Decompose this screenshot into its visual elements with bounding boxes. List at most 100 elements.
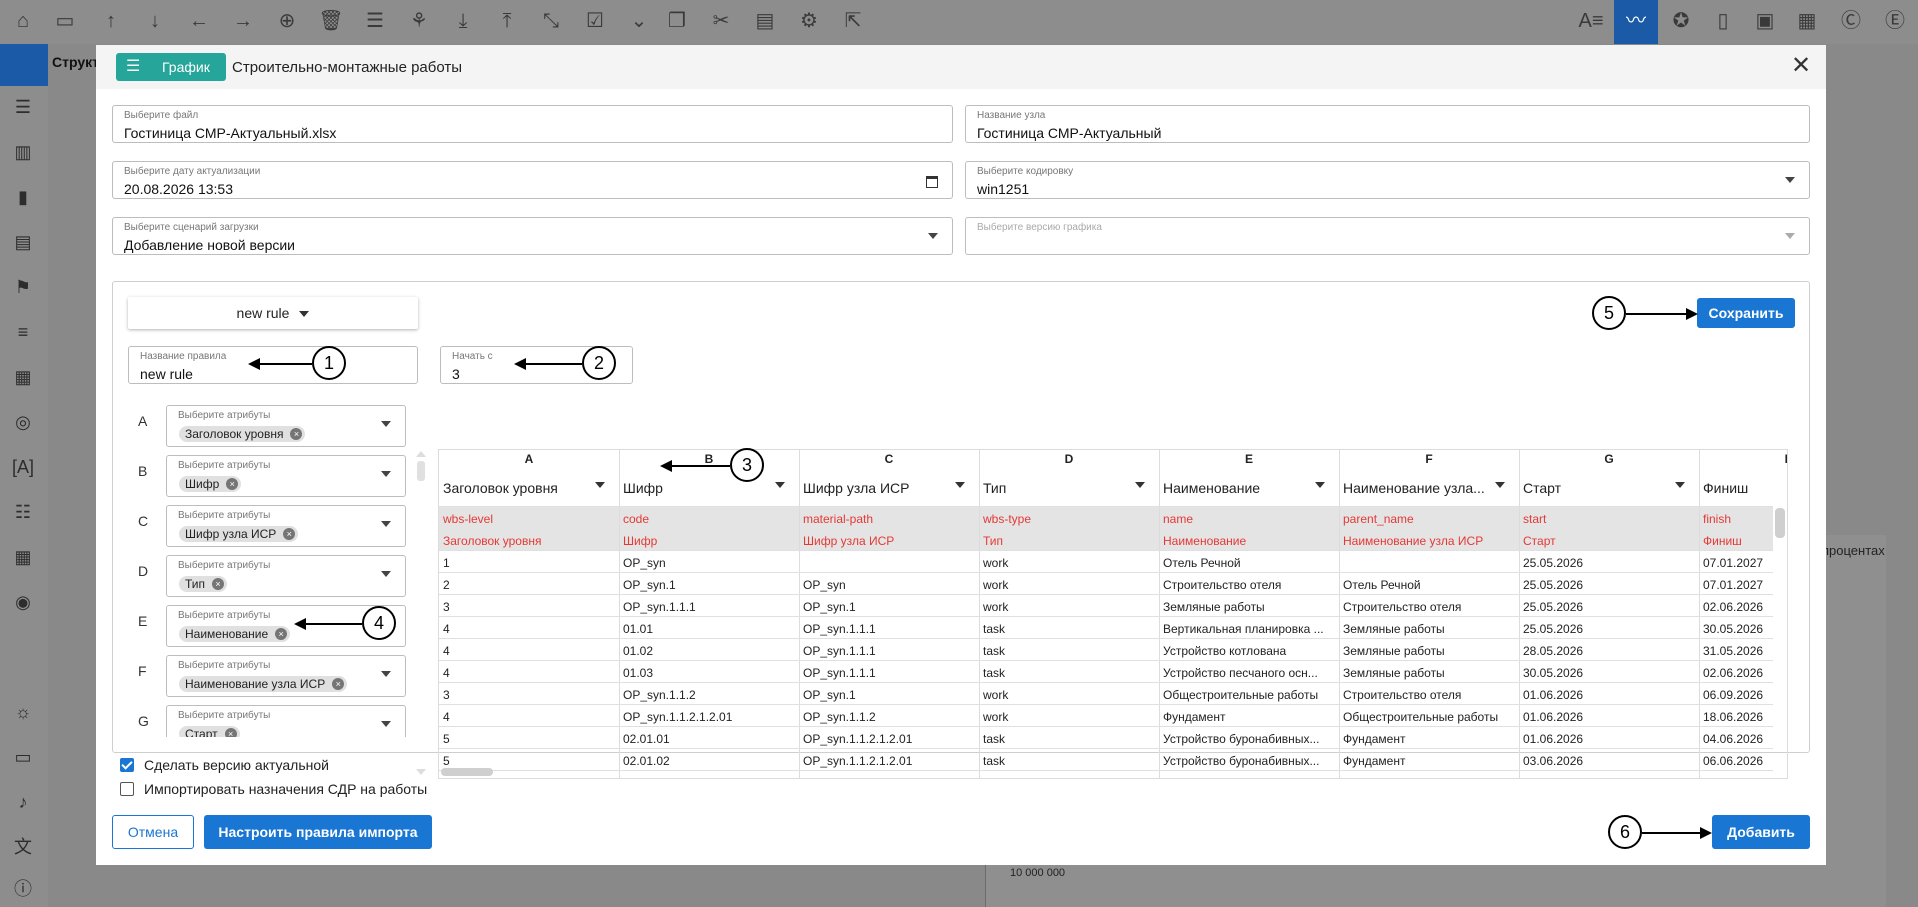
column-header[interactable]: Тип bbox=[983, 470, 1155, 506]
close-icon[interactable]: ✕ bbox=[1788, 53, 1814, 79]
flag-icon[interactable]: ⚑ bbox=[10, 274, 36, 300]
list-icon[interactable]: ☰ bbox=[10, 94, 36, 120]
grid-icon[interactable]: ▦ bbox=[10, 364, 36, 390]
column-header[interactable]: Заголовок уровня bbox=[443, 470, 615, 506]
cut-icon[interactable]: ✂ bbox=[708, 8, 734, 34]
add-button[interactable]: Добавить bbox=[1712, 815, 1810, 849]
chevron-down-icon[interactable] bbox=[381, 671, 391, 677]
column-dropdown-icon[interactable] bbox=[1495, 482, 1505, 488]
settings-people-icon[interactable]: ⚙ bbox=[796, 8, 822, 34]
chevron-down-icon[interactable] bbox=[381, 721, 391, 727]
attribute-scrollbar[interactable] bbox=[416, 451, 426, 783]
vertical-scroll-thumb[interactable] bbox=[1775, 508, 1785, 538]
attribute-select-d[interactable]: Выберите атрибуты Тип × bbox=[166, 555, 406, 597]
globe-icon[interactable] bbox=[0, 44, 48, 86]
scenario-select[interactable]: Выберите сценарий загрузки Добавление но… bbox=[112, 217, 953, 255]
chevron-down-icon[interactable] bbox=[1785, 177, 1795, 183]
horizontal-scroll-thumb[interactable] bbox=[441, 768, 493, 776]
file-field[interactable]: Выберите файл Гостиница СМР-Актуальный.x… bbox=[112, 105, 953, 143]
arrow-down-icon[interactable]: ↓ bbox=[142, 8, 168, 34]
exit-icon[interactable]: ⇱ bbox=[840, 8, 866, 34]
scroll-thumb[interactable] bbox=[417, 461, 425, 481]
attribute-select-g[interactable]: Выберите атрибуты Старт × bbox=[166, 705, 406, 737]
calendar-icon[interactable]: ▦ bbox=[10, 544, 36, 570]
column-dropdown-icon[interactable] bbox=[955, 482, 965, 488]
tree-icon[interactable]: ⚘ bbox=[406, 8, 432, 34]
layers-icon[interactable]: ▤ bbox=[10, 229, 36, 255]
chat-icon[interactable]: ▭ bbox=[10, 744, 36, 770]
text-format-icon[interactable]: A≡ bbox=[1578, 8, 1604, 34]
chevron-down-icon[interactable] bbox=[381, 421, 391, 427]
import-assignments-checkbox[interactable] bbox=[120, 782, 134, 796]
encoding-select[interactable]: Выберите кодировку win1251 bbox=[965, 161, 1810, 199]
chevron-down-icon[interactable] bbox=[381, 571, 391, 577]
chip-remove-icon[interactable]: × bbox=[212, 578, 225, 590]
text-box-icon[interactable]: [A] bbox=[10, 454, 36, 480]
chevron-down-icon[interactable] bbox=[928, 233, 938, 239]
save-rule-button[interactable]: Сохранить bbox=[1697, 298, 1795, 328]
passport-icon[interactable]: ▣ bbox=[1752, 8, 1778, 34]
chevron-down-icon[interactable] bbox=[381, 471, 391, 477]
chip-remove-icon[interactable]: × bbox=[226, 478, 239, 490]
checklist-icon[interactable]: ☷ bbox=[10, 499, 36, 525]
attribute-select-a[interactable]: Выберите атрибуты Заголовок уровня × bbox=[166, 405, 406, 447]
scroll-down-icon[interactable] bbox=[416, 769, 426, 775]
chevron-down-icon[interactable] bbox=[1785, 233, 1795, 239]
attribute-select-c[interactable]: Выберите атрибуты Шифр узла ИСР × bbox=[166, 505, 406, 547]
bell-icon[interactable]: ♪ bbox=[10, 789, 36, 815]
column-dropdown-icon[interactable] bbox=[1135, 482, 1145, 488]
column-header[interactable]: Наименование bbox=[1163, 470, 1335, 506]
paste-icon[interactable]: ▤ bbox=[752, 8, 778, 34]
make-actual-checkbox[interactable] bbox=[120, 758, 134, 772]
add-circle-icon[interactable]: ⊕ bbox=[274, 8, 300, 34]
node-name-field[interactable]: Название узла Гостиница СМР-Актуальный bbox=[965, 105, 1810, 143]
chip-remove-icon[interactable]: × bbox=[332, 678, 345, 690]
eye-icon[interactable]: ◉ bbox=[10, 589, 36, 615]
date-field[interactable]: Выберите дату актуализации 20.08.2026 13… bbox=[112, 161, 953, 199]
document-icon[interactable]: ▯ bbox=[1710, 8, 1736, 34]
column-header[interactable]: Финиш bbox=[1703, 470, 1787, 506]
column-header[interactable]: Наименование узла... bbox=[1343, 470, 1515, 506]
trend-icon[interactable]: 〰 bbox=[1623, 8, 1649, 34]
board-icon[interactable]: ▥ bbox=[10, 139, 36, 165]
rule-name-input[interactable]: Название правила new rule bbox=[128, 346, 418, 384]
column-dropdown-icon[interactable] bbox=[595, 482, 605, 488]
upload-icon[interactable]: ⤒ bbox=[494, 8, 520, 34]
home-icon[interactable]: ⌂ bbox=[10, 8, 36, 34]
version-select[interactable]: Выберите версию графика bbox=[965, 217, 1810, 255]
c-badge-icon[interactable]: Ⓒ bbox=[1838, 8, 1864, 34]
configure-import-rules-button[interactable]: Настроить правила импорта bbox=[204, 815, 432, 849]
arrow-left-icon[interactable]: ← bbox=[186, 8, 212, 34]
chip-remove-icon[interactable]: × bbox=[283, 528, 296, 540]
stripes-icon[interactable]: ≡ bbox=[10, 319, 36, 345]
chip-remove-icon[interactable]: × bbox=[224, 728, 237, 737]
e-badge-icon[interactable]: Ⓔ bbox=[1882, 8, 1908, 34]
arrow-right-icon[interactable]: → bbox=[230, 8, 256, 34]
folder-icon[interactable]: ▭ bbox=[52, 8, 78, 34]
copy-icon[interactable]: ❐ bbox=[664, 8, 690, 34]
attribute-select-f[interactable]: Выберите атрибуты Наименование узла ИСР × bbox=[166, 655, 406, 697]
column-header[interactable]: Шифр bbox=[623, 470, 795, 506]
column-header[interactable]: Шифр узла ИСР bbox=[803, 470, 975, 506]
translate-icon[interactable]: 文 bbox=[10, 834, 36, 860]
checkbox-icon[interactable]: ☑ bbox=[582, 8, 608, 34]
chip-remove-icon[interactable]: × bbox=[275, 628, 288, 640]
chevron-down-icon[interactable] bbox=[381, 521, 391, 527]
column-dropdown-icon[interactable] bbox=[1675, 482, 1685, 488]
calendar-icon[interactable] bbox=[926, 176, 938, 188]
sliders-icon[interactable]: ☰ bbox=[362, 8, 388, 34]
scroll-up-icon[interactable] bbox=[416, 451, 426, 457]
info-icon[interactable]: ⓘ bbox=[10, 876, 36, 902]
report-icon[interactable]: ▦ bbox=[1794, 8, 1820, 34]
rule-selector-button[interactable]: new rule bbox=[128, 297, 418, 329]
more-icon[interactable]: ⌄ bbox=[626, 8, 652, 34]
attribute-select-b[interactable]: Выберите атрибуты Шифр × bbox=[166, 455, 406, 497]
column-header[interactable]: Старт bbox=[1523, 470, 1695, 506]
bar-chart-icon[interactable]: ▮ bbox=[10, 184, 36, 210]
column-dropdown-icon[interactable] bbox=[1315, 482, 1325, 488]
database-icon[interactable]: ◎ bbox=[10, 409, 36, 435]
cancel-button[interactable]: Отмена bbox=[112, 815, 194, 849]
chip-remove-icon[interactable]: × bbox=[290, 428, 303, 440]
collapse-icon[interactable]: ⤡ bbox=[538, 8, 564, 34]
award-icon[interactable]: ✪ bbox=[1668, 8, 1694, 34]
